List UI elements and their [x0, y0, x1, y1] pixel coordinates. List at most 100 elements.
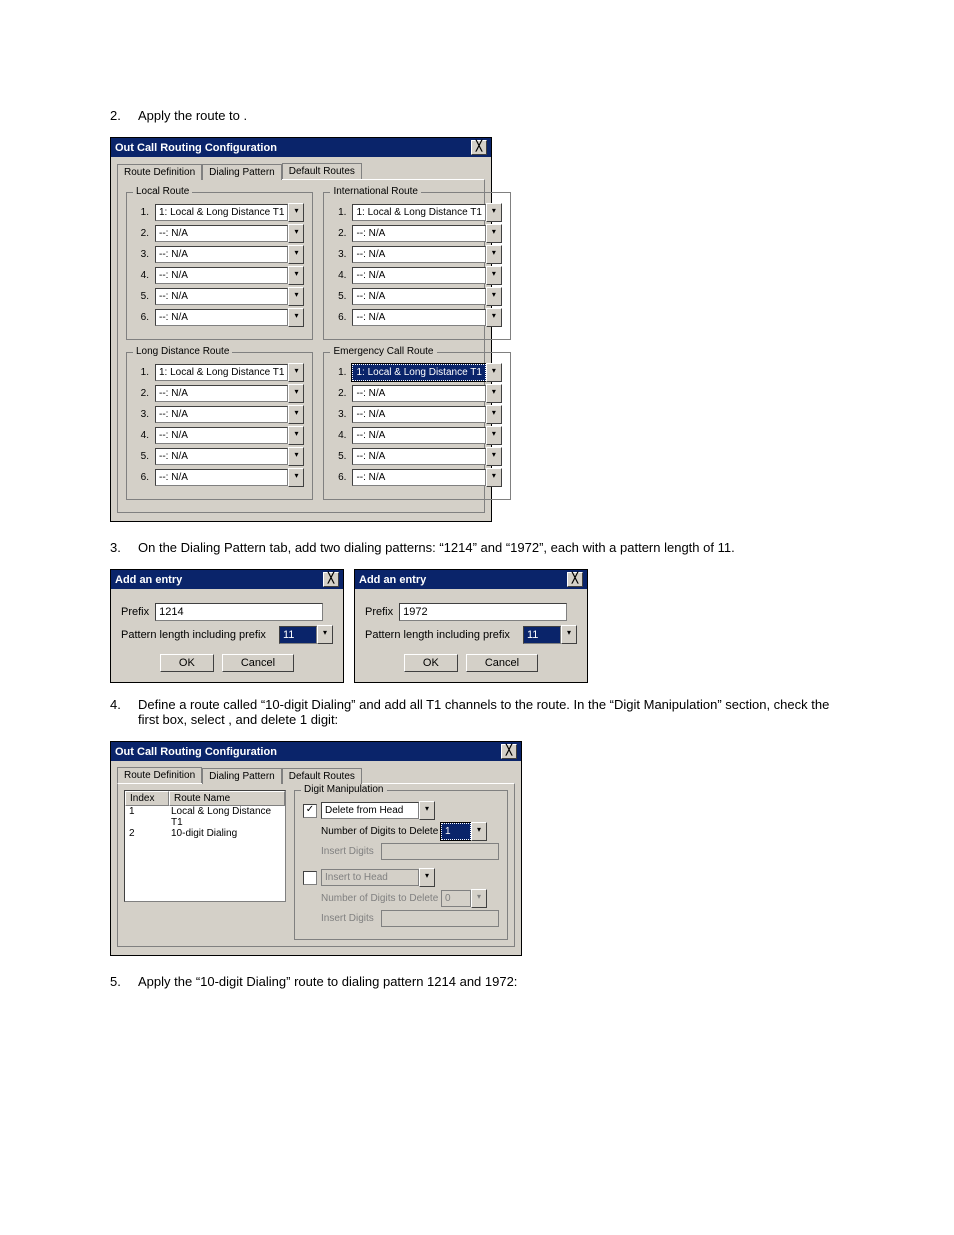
tabpane-default-routes: Local Route 1.1: Local & Long Distance T…: [117, 179, 485, 513]
dialog-title: Add an entry: [359, 574, 426, 586]
pattern-length-input[interactable]: 11: [523, 626, 561, 644]
chevron-down-icon[interactable]: ▾: [561, 625, 577, 644]
chevron-down-icon[interactable]: ▾: [486, 308, 502, 327]
group-international-route: International Route 1.1: Local & Long Di…: [323, 192, 510, 340]
route-select-5[interactable]: --: N/A: [155, 288, 288, 305]
route-select-3[interactable]: --: N/A: [352, 406, 485, 423]
chevron-down-icon[interactable]: ▾: [288, 308, 304, 327]
chevron-down-icon[interactable]: ▾: [419, 801, 435, 820]
group-label: International Route: [330, 186, 421, 197]
chevron-down-icon[interactable]: ▾: [288, 224, 304, 243]
close-icon[interactable]: ╳: [567, 572, 583, 587]
chevron-down-icon[interactable]: ▾: [288, 384, 304, 403]
outcall-routing-window-route-definition: Out Call Routing Configuration ╳ Route D…: [110, 741, 522, 956]
tab-default-routes[interactable]: Default Routes: [282, 768, 362, 784]
pattern-length-label: Pattern length including prefix: [365, 629, 517, 641]
chevron-down-icon[interactable]: ▾: [288, 287, 304, 306]
step-4: 4. Define a route called “10-digit Diali…: [110, 697, 844, 727]
prefix-input[interactable]: 1972: [399, 603, 567, 621]
titlebar: Out Call Routing Configuration ╳: [111, 742, 521, 761]
route-select-6[interactable]: --: N/A: [352, 469, 485, 486]
chevron-down-icon[interactable]: ▾: [486, 384, 502, 403]
route-select-4[interactable]: --: N/A: [155, 267, 288, 284]
window-title: Out Call Routing Configuration: [115, 746, 277, 758]
chevron-down-icon[interactable]: ▾: [288, 405, 304, 424]
chevron-down-icon[interactable]: ▾: [486, 468, 502, 487]
chevron-down-icon[interactable]: ▾: [288, 447, 304, 466]
chevron-down-icon[interactable]: ▾: [486, 203, 502, 222]
outcall-routing-window-default-routes: Out Call Routing Configuration ╳ Route D…: [110, 137, 492, 522]
close-icon[interactable]: ╳: [323, 572, 339, 587]
tab-dialing-pattern[interactable]: Dialing Pattern: [202, 768, 282, 784]
chevron-down-icon[interactable]: ▾: [317, 625, 333, 644]
route-select-2[interactable]: --: N/A: [155, 225, 288, 242]
route-select-4[interactable]: --: N/A: [352, 267, 485, 284]
chevron-down-icon[interactable]: ▾: [486, 405, 502, 424]
step-number: 3.: [110, 540, 138, 555]
route-select-6[interactable]: --: N/A: [155, 309, 288, 326]
chevron-down-icon[interactable]: ▾: [288, 203, 304, 222]
ok-button[interactable]: OK: [404, 654, 458, 672]
tab-route-definition[interactable]: Route Definition: [117, 164, 202, 180]
delete-from-head-checkbox[interactable]: ✓: [303, 804, 317, 818]
route-select-1-selected[interactable]: 1: Local & Long Distance T1: [352, 364, 485, 381]
route-select-5[interactable]: --: N/A: [352, 448, 485, 465]
route-select-3[interactable]: --: N/A: [352, 246, 485, 263]
route-select-3[interactable]: --: N/A: [155, 406, 288, 423]
route-select-6[interactable]: --: N/A: [155, 469, 288, 486]
chevron-down-icon[interactable]: ▾: [486, 447, 502, 466]
prefix-label: Prefix: [121, 606, 149, 618]
window-title: Out Call Routing Configuration: [115, 142, 277, 154]
route-select-1[interactable]: 1: Local & Long Distance T1: [352, 204, 485, 221]
cancel-button[interactable]: Cancel: [466, 654, 538, 672]
list-row[interactable]: 2 10-digit Dialing: [125, 828, 285, 839]
list-row[interactable]: 1 Local & Long Distance T1: [125, 806, 285, 828]
tabpane-route-definition: Index Route Name 1 Local & Long Distance…: [117, 783, 515, 947]
cancel-button[interactable]: Cancel: [222, 654, 294, 672]
chevron-down-icon[interactable]: ▾: [288, 468, 304, 487]
tab-dialing-pattern[interactable]: Dialing Pattern: [202, 164, 282, 180]
tab-default-routes[interactable]: Default Routes: [282, 163, 362, 179]
group-digit-manipulation: Digit Manipulation ✓ Delete from Head ▾ …: [294, 790, 508, 940]
close-icon[interactable]: ╳: [501, 744, 517, 759]
route-select-4[interactable]: --: N/A: [352, 427, 485, 444]
pattern-length-label: Pattern length including prefix: [121, 629, 273, 641]
close-icon[interactable]: ╳: [471, 140, 487, 155]
chevron-down-icon[interactable]: ▾: [288, 245, 304, 264]
route-list[interactable]: Index Route Name 1 Local & Long Distance…: [124, 790, 286, 902]
chevron-down-icon[interactable]: ▾: [486, 224, 502, 243]
chevron-down-icon[interactable]: ▾: [288, 363, 304, 382]
delete-from-select[interactable]: Delete from Head: [321, 802, 419, 819]
chevron-down-icon: ▾: [471, 889, 487, 908]
tab-route-definition[interactable]: Route Definition: [117, 767, 202, 783]
chevron-down-icon[interactable]: ▾: [288, 426, 304, 445]
chevron-down-icon[interactable]: ▾: [288, 266, 304, 285]
chevron-down-icon[interactable]: ▾: [486, 245, 502, 264]
route-select-1[interactable]: 1: Local & Long Distance T1: [155, 204, 288, 221]
route-select-2[interactable]: --: N/A: [352, 225, 485, 242]
group-long-distance-route: Long Distance Route 1.1: Local & Long Di…: [126, 352, 313, 500]
route-select-2[interactable]: --: N/A: [352, 385, 485, 402]
chevron-down-icon[interactable]: ▾: [486, 363, 502, 382]
route-select-1[interactable]: 1: Local & Long Distance T1: [155, 364, 288, 381]
chevron-down-icon[interactable]: ▾: [471, 822, 487, 841]
route-select-5[interactable]: --: N/A: [352, 288, 485, 305]
route-select-4[interactable]: --: N/A: [155, 427, 288, 444]
route-select-3[interactable]: --: N/A: [155, 246, 288, 263]
prefix-input[interactable]: 1214: [155, 603, 323, 621]
group-local-route: Local Route 1.1: Local & Long Distance T…: [126, 192, 313, 340]
step-3: 3. On the Dialing Pattern tab, add two d…: [110, 540, 844, 555]
chevron-down-icon[interactable]: ▾: [486, 266, 502, 285]
step-number: 2.: [110, 108, 138, 123]
route-select-5[interactable]: --: N/A: [155, 448, 288, 465]
chevron-down-icon[interactable]: ▾: [486, 426, 502, 445]
dialog-title: Add an entry: [115, 574, 182, 586]
num-digits-delete-input[interactable]: 1: [441, 823, 471, 840]
insert-to-head-checkbox[interactable]: [303, 871, 317, 885]
route-select-6[interactable]: --: N/A: [352, 309, 485, 326]
chevron-down-icon[interactable]: ▾: [486, 287, 502, 306]
pattern-length-input[interactable]: 11: [279, 626, 317, 644]
route-select-2[interactable]: --: N/A: [155, 385, 288, 402]
ok-button[interactable]: OK: [160, 654, 214, 672]
group-label: Emergency Call Route: [330, 346, 436, 357]
